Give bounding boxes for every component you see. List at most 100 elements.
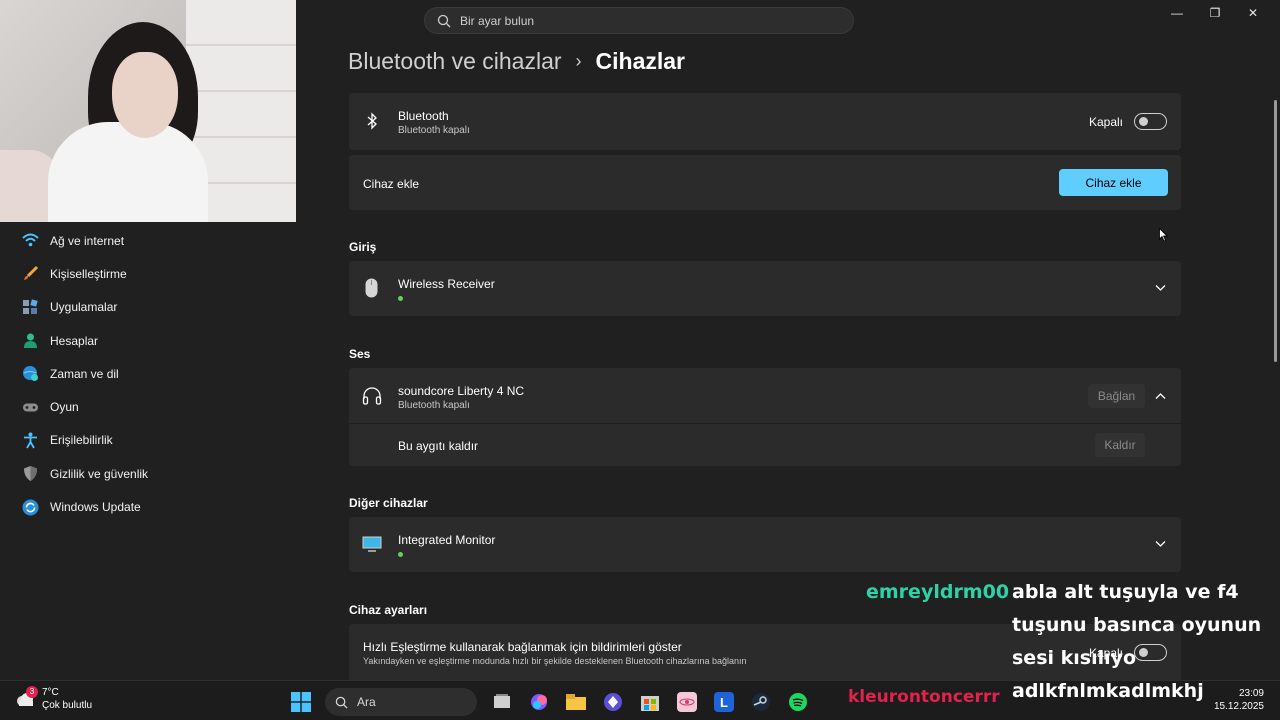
weather-widget[interactable]: 3 7°C Çok bulutlu bbox=[14, 686, 92, 712]
sidebar-item-apps[interactable]: Uygulamalar bbox=[14, 291, 284, 324]
chat-username-2: kleurontoncerrr bbox=[848, 687, 1000, 707]
sidebar-item-label: Ağ ve internet bbox=[50, 233, 125, 248]
taskbar-search-label: Ara bbox=[357, 695, 376, 709]
bluetooth-toggle-label: Kapalı bbox=[1088, 114, 1123, 129]
device-row-soundcore[interactable]: soundcore Liberty 4 NC Bluetooth kapalı … bbox=[349, 368, 1181, 423]
shield-icon bbox=[22, 465, 39, 482]
weather-badge: 3 bbox=[26, 686, 38, 698]
steam-icon[interactable] bbox=[748, 689, 774, 715]
device-row-wireless-receiver[interactable]: Wireless Receiver bbox=[349, 261, 1181, 316]
device-name: soundcore Liberty 4 NC bbox=[398, 384, 525, 398]
device-name: Integrated Monitor bbox=[398, 533, 496, 547]
swift-pair-title: Hızlı Eşleştirme kullanarak bağlanmak iç… bbox=[363, 640, 682, 654]
react-app-icon[interactable] bbox=[674, 689, 700, 715]
remove-device-row: Bu aygıtı kaldır Kaldır bbox=[349, 424, 1181, 466]
breadcrumb: Bluetooth ve cihazlar › Cihazlar bbox=[348, 48, 685, 75]
chevron-down-icon[interactable] bbox=[1155, 540, 1166, 548]
sidebar-item-time-language[interactable]: Zaman ve dil bbox=[14, 357, 284, 390]
sidebar-item-label: Kişiselleştirme bbox=[50, 266, 127, 281]
chat-username: emreyldrm00 bbox=[866, 581, 1010, 603]
weather-desc: Çok bulutlu bbox=[42, 700, 93, 711]
window-controls: — ❐ ✕ bbox=[1158, 4, 1272, 22]
headphones-icon bbox=[362, 387, 382, 405]
page-title: Cihazlar bbox=[595, 48, 685, 74]
update-icon bbox=[22, 499, 39, 516]
sidebar-item-label: Hesaplar bbox=[50, 333, 99, 348]
device-row-integrated-monitor[interactable]: Integrated Monitor bbox=[349, 517, 1181, 572]
sidebar-nav: Ağ ve internet Kişiselleştirme Uygulamal… bbox=[14, 224, 284, 524]
section-title-other-devices: Diğer cihazlar bbox=[349, 496, 428, 510]
mouse-icon bbox=[365, 278, 378, 298]
sidebar-item-network[interactable]: Ağ ve internet bbox=[14, 224, 284, 257]
sidebar-item-label: Zaman ve dil bbox=[50, 366, 119, 381]
minimize-button[interactable]: — bbox=[1158, 4, 1196, 22]
breadcrumb-parent[interactable]: Bluetooth ve cihazlar bbox=[348, 48, 562, 75]
connect-button[interactable]: Bağlan bbox=[1088, 384, 1145, 408]
bluetooth-card: Bluetooth Bluetooth kapalı Kapalı bbox=[349, 93, 1181, 150]
swift-pair-subtitle: Yakındayken ve eşleştirme modunda hızlı … bbox=[363, 656, 747, 666]
mouse-cursor-icon bbox=[1159, 228, 1168, 242]
device-status: Bluetooth kapalı bbox=[398, 400, 470, 411]
weather-temp: 7°C bbox=[42, 687, 59, 698]
globe-clock-icon bbox=[22, 365, 39, 382]
chat-message: abla alt tuşuyla ve f4 tuşunu basınca oy… bbox=[1012, 581, 1262, 702]
sidebar-item-label: Erişilebilirlik bbox=[50, 433, 113, 448]
breadcrumb-separator: › bbox=[575, 51, 582, 71]
windows-logo-icon bbox=[291, 692, 311, 712]
remove-device-label: Bu aygıtı kaldır bbox=[398, 439, 479, 453]
chevron-down-icon[interactable] bbox=[1155, 284, 1166, 292]
sidebar-item-label: Uygulamalar bbox=[50, 300, 118, 315]
search-icon bbox=[335, 696, 348, 709]
sidebar-item-gaming[interactable]: Oyun bbox=[14, 390, 284, 423]
bluetooth-toggle[interactable] bbox=[1134, 113, 1167, 130]
sidebar-item-personalization[interactable]: Kişiselleştirme bbox=[14, 257, 284, 290]
section-title-input: Giriş bbox=[349, 240, 377, 254]
settings-search-box[interactable] bbox=[424, 7, 854, 34]
start-button[interactable] bbox=[288, 689, 314, 715]
bluetooth-status: Bluetooth kapalı bbox=[398, 125, 470, 136]
bluetooth-icon bbox=[367, 112, 377, 130]
brush-icon bbox=[22, 265, 39, 282]
taskbar-search[interactable]: Ara bbox=[325, 688, 477, 716]
app-l-icon[interactable]: L bbox=[711, 689, 737, 715]
sidebar-item-label: Gizlilik ve güvenlik bbox=[50, 466, 149, 481]
sidebar-item-label: Windows Update bbox=[50, 500, 141, 515]
sidebar-item-privacy[interactable]: Gizlilik ve güvenlik bbox=[14, 457, 284, 490]
microsoft-store-icon[interactable] bbox=[637, 689, 663, 715]
search-icon bbox=[437, 14, 451, 27]
bluetooth-title: Bluetooth bbox=[398, 109, 449, 123]
connected-dot bbox=[398, 552, 403, 557]
chevron-up-icon[interactable] bbox=[1155, 392, 1166, 400]
section-title-device-settings: Cihaz ayarları bbox=[349, 603, 428, 617]
add-device-button[interactable]: Cihaz ekle bbox=[1059, 169, 1168, 196]
sidebar-item-accessibility[interactable]: Erişilebilirlik bbox=[14, 424, 284, 457]
file-explorer-icon[interactable] bbox=[563, 689, 589, 715]
webcam-overlay bbox=[0, 0, 296, 222]
task-view-icon[interactable] bbox=[489, 689, 515, 715]
app-icon[interactable] bbox=[600, 689, 626, 715]
remove-device-button[interactable]: Kaldır bbox=[1095, 433, 1145, 457]
add-device-label: Cihaz ekle bbox=[363, 177, 420, 191]
device-name: Wireless Receiver bbox=[398, 277, 495, 291]
apps-icon bbox=[22, 299, 39, 316]
scrollbar[interactable] bbox=[1274, 100, 1277, 362]
spotify-icon[interactable] bbox=[785, 689, 811, 715]
account-icon bbox=[22, 332, 39, 349]
section-title-audio: Ses bbox=[349, 347, 371, 361]
sidebar-item-label: Oyun bbox=[50, 400, 79, 415]
sidebar-item-windows-update[interactable]: Windows Update bbox=[14, 490, 284, 523]
add-device-card: Cihaz ekle Cihaz ekle bbox=[349, 155, 1181, 210]
connected-dot bbox=[398, 296, 403, 301]
wifi-icon bbox=[22, 232, 39, 249]
accessibility-icon bbox=[22, 432, 39, 449]
monitor-icon bbox=[362, 536, 382, 552]
maximize-button[interactable]: ❐ bbox=[1196, 4, 1234, 22]
settings-search-input[interactable] bbox=[460, 13, 820, 28]
copilot-icon[interactable] bbox=[526, 689, 552, 715]
svg-text:L: L bbox=[720, 695, 728, 710]
sidebar-item-accounts[interactable]: Hesaplar bbox=[14, 324, 284, 357]
gamepad-icon bbox=[22, 399, 39, 416]
close-button[interactable]: ✕ bbox=[1234, 4, 1272, 22]
taskbar-icons: Ara L bbox=[288, 688, 822, 716]
cloud-icon: 3 bbox=[14, 686, 38, 710]
